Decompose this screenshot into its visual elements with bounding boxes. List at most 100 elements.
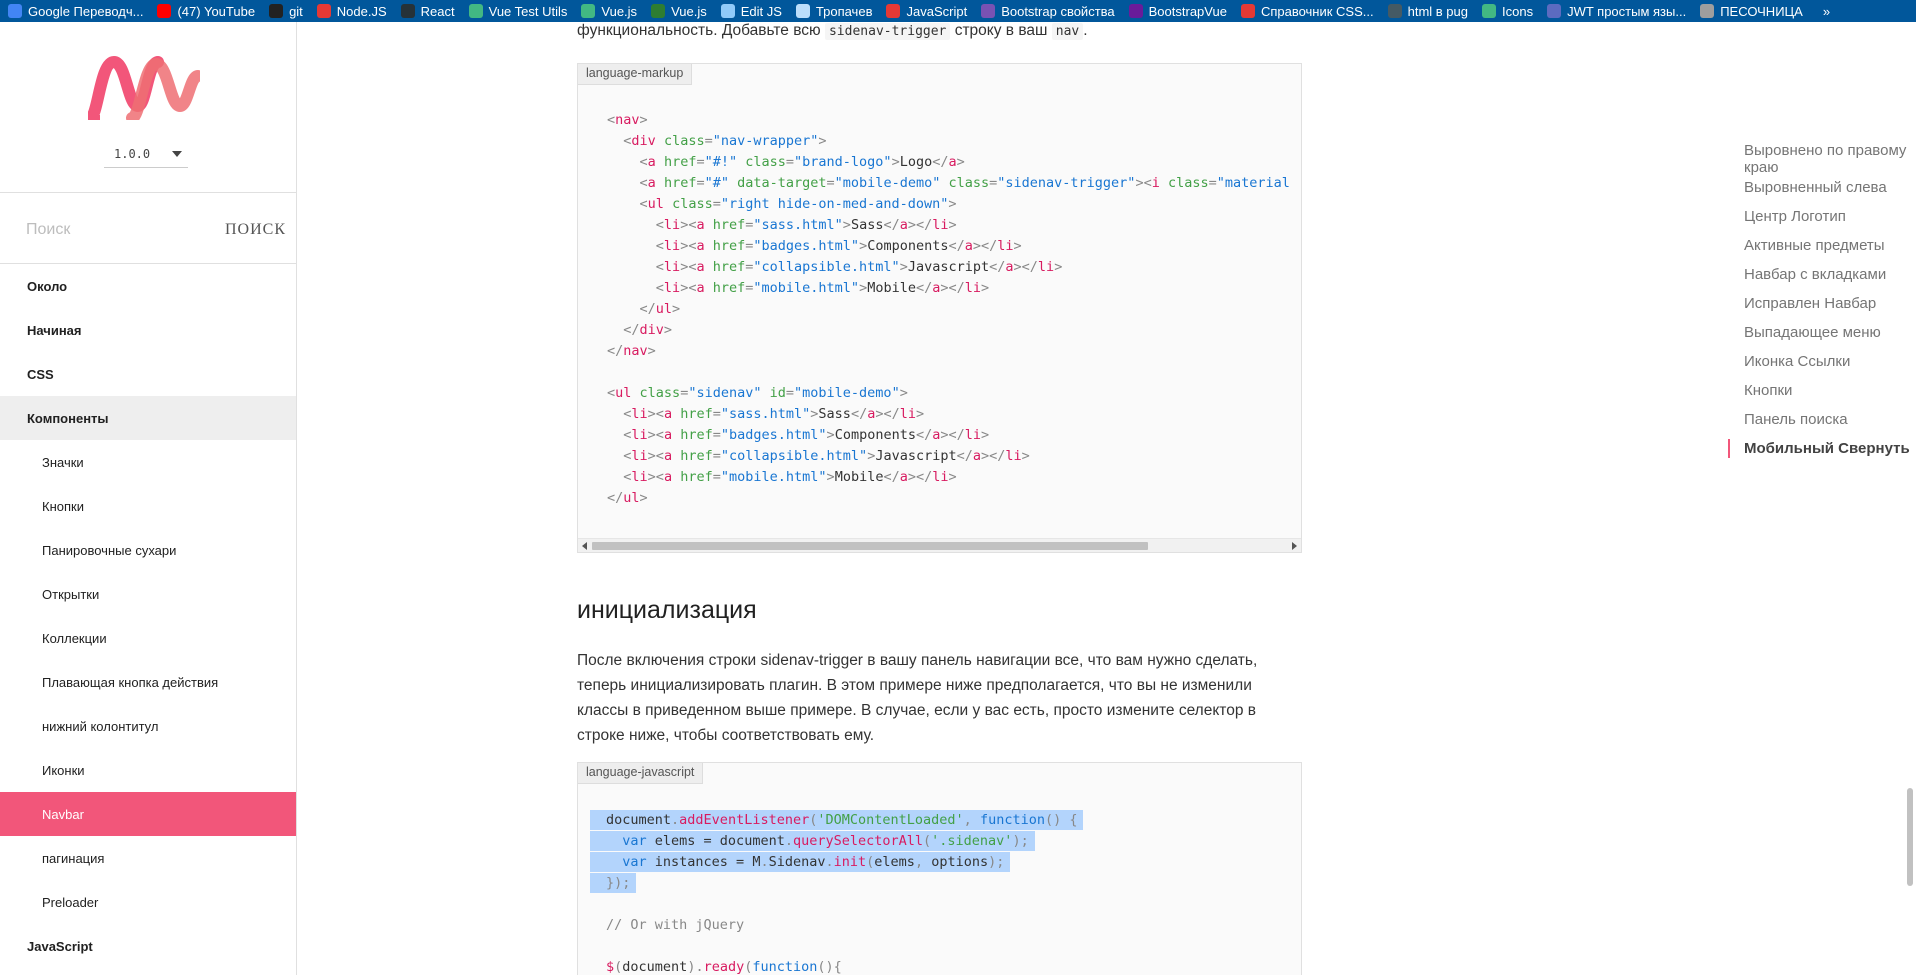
page-scrollbar-thumb[interactable] [1907, 788, 1913, 886]
inline-code-sidenav-trigger: sidenav-trigger [824, 23, 951, 40]
code-line: <li><a href="collapsible.html">Javascrip… [623, 448, 1030, 464]
bookmark-item[interactable]: (47) YouTube [157, 4, 255, 19]
code-line: var instances = M.Sidenav.init(elems, op… [590, 852, 1011, 872]
code-block-markup[interactable]: language-markup <nav> <div class="nav-wr… [577, 63, 1302, 553]
search-input[interactable] [26, 215, 206, 245]
section-title: инициализация [577, 596, 757, 624]
intro-prefix: функциональность. Добавьте всю [577, 22, 821, 39]
materialize-logo-icon[interactable] [88, 56, 200, 120]
bookmark-item[interactable]: Bootstrap свойства [981, 4, 1115, 19]
bookmarks-more-icon[interactable]: » [1823, 4, 1830, 19]
bookmark-label: html в pug [1407, 3, 1468, 19]
language-tag: language-markup [578, 64, 693, 85]
code-line: $(document).ready(function(){ [606, 959, 842, 975]
code-line: <a href="#!" class="brand-logo">Logo</a> [639, 154, 965, 170]
bookmark-item[interactable]: Node.JS [316, 4, 387, 19]
bookmark-item[interactable]: git [269, 4, 303, 19]
main-content: функциональность. Добавьте всю sidenav-t… [298, 22, 1916, 975]
sidebar-item-javascript[interactable]: JavaScript [0, 924, 296, 968]
toc-item[interactable]: Выровнено по правому краю [1744, 142, 1916, 176]
toc-item[interactable]: Иконка Ссылки [1744, 347, 1916, 376]
bookmark-item[interactable]: Vue.js [581, 4, 637, 19]
sidebar-item-getting-started[interactable]: Начиная [0, 308, 296, 352]
sidebar-item-fab[interactable]: Плавающая кнопка действия [0, 660, 296, 704]
toc-item[interactable]: Мобильный Свернуть [1728, 434, 1916, 463]
bookmark-item[interactable]: Google Переводч... [8, 4, 143, 19]
sidebar-item-badges[interactable]: Значки [0, 440, 296, 484]
toc-item[interactable]: Исправлен Навбар [1744, 289, 1916, 318]
language-tag: language-javascript [578, 763, 704, 784]
bookmark-item[interactable]: Icons [1482, 4, 1533, 19]
code-line: // Or with jQuery [606, 917, 745, 933]
bookmark-label: (47) YouTube [177, 3, 256, 19]
toc-item[interactable]: Центр Логотип [1744, 202, 1916, 231]
sidebar-item-pagination[interactable]: пагинация [0, 836, 296, 880]
sidebar-item-navbar[interactable]: Navbar [0, 792, 296, 836]
scroll-right-icon[interactable] [1292, 542, 1297, 550]
scrollbar-thumb[interactable] [592, 542, 1148, 550]
code-markup: <nav> <div class="nav-wrapper"> <a href=… [607, 110, 1290, 509]
bookmark-item[interactable]: Справочник CSS... [1240, 3, 1374, 19]
css-icon [1240, 4, 1255, 18]
code-block-javascript[interactable]: language-javascript document.addEventLis… [577, 762, 1302, 975]
bookmark-item[interactable]: Edit JS [720, 4, 782, 19]
toc-item[interactable]: Навбар с вкладками [1744, 260, 1916, 289]
sidebar-item-buttons[interactable]: Кнопки [0, 484, 296, 528]
toc-item[interactable]: Кнопки [1744, 376, 1916, 405]
sidebar-item-about[interactable]: Около [0, 264, 296, 308]
toc-item[interactable]: Панель поиска [1744, 405, 1916, 434]
bookmark-label: git [289, 3, 303, 19]
page-scrollbar[interactable] [1904, 22, 1916, 975]
toc-item[interactable]: Выпадающее меню [1744, 318, 1916, 347]
react-icon [400, 4, 415, 18]
code-line: </ul> [607, 490, 648, 506]
sidebar-item-css[interactable]: CSS [0, 352, 296, 396]
bookmark-item[interactable]: Vue Test Utils [468, 4, 567, 19]
bookmarks-bar: Google Переводч... (47) YouTube git Node.JS… [0, 0, 1916, 22]
search-button[interactable]: ПОИСК [225, 221, 286, 239]
sidebar-item-preloader[interactable]: Preloader [0, 880, 296, 924]
sidebar-item-icons[interactable]: Иконки [0, 748, 296, 792]
code-line: var elems = document.querySelectorAll('.… [590, 831, 1035, 851]
bookmark-item[interactable]: Vue.js [651, 4, 707, 19]
intro-text: функциональность. Добавьте всю sidenav-t… [577, 22, 1307, 44]
bookmark-item[interactable]: Тропачев [795, 4, 872, 19]
search-bar: ПОИСК [0, 192, 296, 264]
file-icon [720, 4, 735, 18]
code-line: </nav> [607, 343, 656, 359]
horizontal-scrollbar[interactable] [578, 538, 1301, 552]
vue-icon [581, 4, 596, 18]
scroll-left-icon[interactable] [582, 542, 587, 550]
version-value: 1.0.0 [114, 146, 151, 161]
table-of-contents: Выровнено по правому краю Выровненный сле… [1728, 142, 1916, 463]
bootstrap-icon [981, 4, 996, 18]
sidebar-item-components[interactable]: Компоненты [0, 396, 296, 440]
pug-icon [1387, 4, 1402, 18]
code-line: <a href="#" data-target="mobile-demo" cl… [639, 175, 1290, 191]
inline-code-nav: nav [1051, 23, 1084, 40]
code-line: </ul> [639, 301, 681, 317]
bookmark-item[interactable]: BootstrapVue [1128, 4, 1227, 19]
intro-suffix: . [1083, 22, 1088, 39]
code-line: <li><a href="mobile.html">Mobile</a></li… [655, 280, 990, 296]
jwt-icon [1547, 4, 1562, 18]
version-select[interactable]: 1.0.0 [104, 140, 188, 168]
sidebar-item-collections[interactable]: Коллекции [0, 616, 296, 660]
bookmark-item[interactable]: html в pug [1387, 3, 1468, 19]
bookmark-item[interactable]: React [400, 4, 455, 19]
code-javascript: document.addEventListener('DOMContentLoa… [590, 810, 1084, 975]
sidebar-item-footer[interactable]: нижний колонтитул [0, 704, 296, 748]
toc-item[interactable]: Активные предметы [1744, 231, 1916, 260]
sidebar-item-cards[interactable]: Открытки [0, 572, 296, 616]
bookmark-item[interactable]: JWT простым язы... [1547, 4, 1686, 19]
bookmark-item[interactable]: JavaScript [886, 4, 967, 19]
vue-icon [468, 4, 483, 18]
sidebar-item-breadcrumbs[interactable]: Панировочные сухари [0, 528, 296, 572]
bookmark-label: Icons [1502, 3, 1534, 19]
toc-item[interactable]: Выровненный слева [1744, 173, 1916, 202]
vue-icon [651, 4, 666, 18]
bookmark-item[interactable]: ПЕСОЧНИЦА [1700, 4, 1803, 19]
bookmark-label: Справочник CSS... [1260, 3, 1374, 19]
sidebar: 1.0.0 ПОИСК Около Начиная CSS Компоненты… [0, 22, 297, 975]
